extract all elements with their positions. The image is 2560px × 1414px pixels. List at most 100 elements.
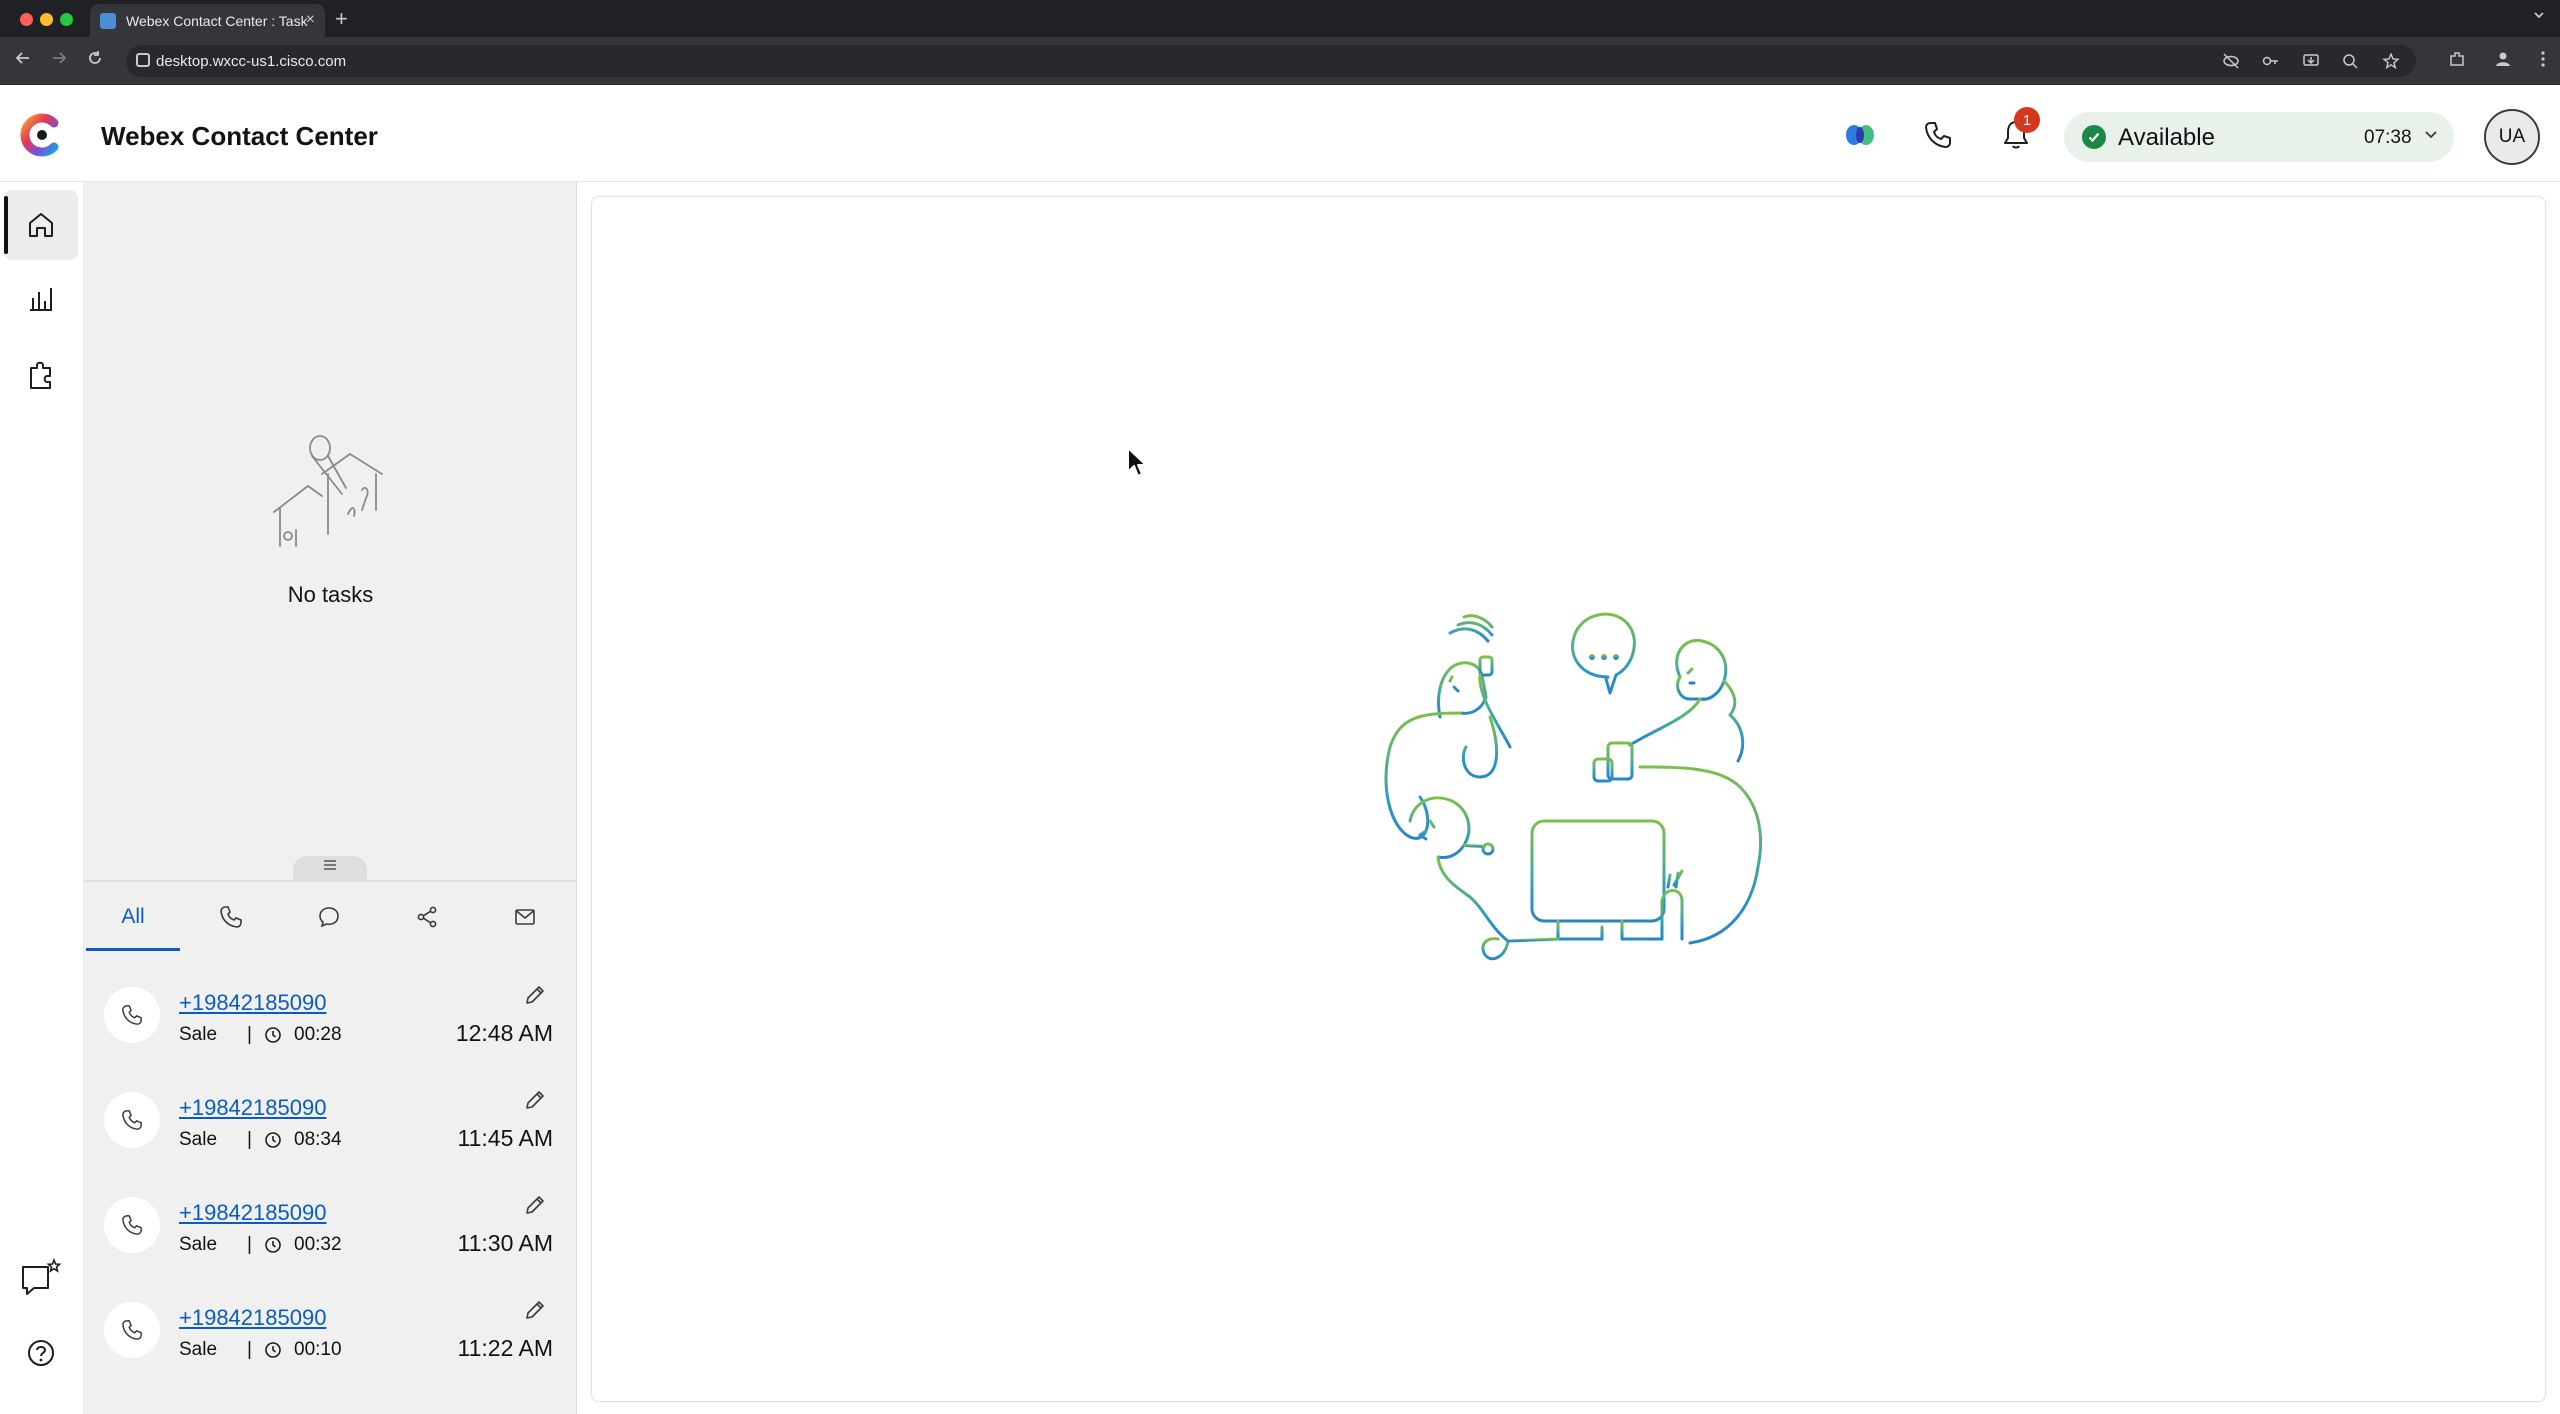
task-separator: |: [247, 1024, 252, 1045]
social-share-icon: [417, 906, 437, 928]
app-title: Webex Contact Center: [101, 121, 378, 151]
browser-address-bar: desktop.wxcc-us1.cisco.com: [0, 37, 2560, 85]
task-pane: No tasks All +19842185090 Sale | 00:28 1…: [84, 182, 577, 1414]
url-text: desktop.wxcc-us1.cisco.com: [156, 52, 347, 70]
edit-pencil-icon[interactable]: [522, 1192, 548, 1218]
agent-state-label: Available: [2118, 124, 2215, 151]
task-separator: |: [247, 1129, 252, 1150]
app-header: Webex Contact Center 1 Available 07:38 U…: [0, 85, 2560, 182]
webex-logo-icon: [20, 113, 59, 157]
task-separator: |: [247, 1234, 252, 1255]
puzzle-icon: [30, 361, 51, 389]
webex-favicon-icon: [100, 13, 116, 29]
clock-icon: [265, 1342, 281, 1358]
list-item[interactable]: +19842185090 Sale | 00:28 12:48 AM: [84, 962, 577, 1066]
task-duration: 00:28: [294, 1024, 342, 1045]
site-info-icon[interactable]: [136, 53, 150, 67]
clock-icon: [265, 1237, 281, 1253]
nav-integrations[interactable]: [4, 340, 78, 410]
extensions-icon[interactable]: [2448, 50, 2466, 68]
eye-off-icon[interactable]: [2222, 53, 2240, 69]
agent-state-dropdown[interactable]: Available 07:38: [2064, 112, 2454, 162]
task-duration: 00:10: [294, 1339, 342, 1360]
agent-state-timer: 07:38: [2364, 127, 2412, 148]
task-timestamp: 11:45 AM: [457, 1125, 553, 1151]
clock-icon: [265, 1027, 281, 1043]
clock-icon: [265, 1132, 281, 1148]
home-icon: [29, 213, 53, 237]
profile-icon[interactable]: [2494, 50, 2512, 68]
list-item[interactable]: +19842185090 Sale | 08:34 11:45 AM: [84, 1067, 577, 1171]
new-tab-button[interactable]: +: [335, 6, 348, 32]
task-timestamp: 11:30 AM: [457, 1230, 553, 1256]
nav-analytics[interactable]: [4, 264, 78, 334]
bar-chart-icon: [30, 288, 52, 311]
task-timestamp: 12:48 AM: [455, 1020, 553, 1046]
tab-chats[interactable]: [280, 882, 378, 952]
dialpad-button[interactable]: [1916, 113, 1960, 157]
back-arrow-icon[interactable]: [14, 49, 32, 73]
notification-badge: 1: [2014, 107, 2040, 133]
nav-feedback[interactable]: [4, 1242, 78, 1312]
key-icon[interactable]: [2262, 53, 2280, 69]
call-type-icon: [104, 1302, 160, 1358]
webex-app-button[interactable]: [1838, 113, 1882, 157]
browser-tab[interactable]: Webex Contact Center : Task ×: [90, 4, 325, 37]
window-minimize-button[interactable]: [40, 13, 53, 26]
task-separator: |: [247, 1339, 252, 1360]
tab-search-icon[interactable]: [2532, 8, 2546, 25]
forward-arrow-icon[interactable]: [50, 49, 68, 73]
chat-star-icon: [22, 1257, 62, 1295]
tab-email[interactable]: [476, 882, 574, 952]
history-filter-tabs: All: [84, 882, 577, 952]
url-input[interactable]: desktop.wxcc-us1.cisco.com: [126, 45, 2416, 77]
bookmark-star-icon[interactable]: [2382, 53, 2400, 69]
browser-menu-icon[interactable]: [2540, 50, 2546, 68]
task-phone-number-link[interactable]: +19842185090: [179, 1305, 326, 1331]
window-maximize-button[interactable]: [60, 13, 73, 26]
edit-pencil-icon[interactable]: [522, 1297, 548, 1323]
call-type-icon: [104, 987, 160, 1043]
edit-pencil-icon[interactable]: [522, 982, 548, 1008]
nav-rail: [0, 182, 84, 1414]
install-app-icon[interactable]: [2302, 53, 2320, 69]
check-icon: [2082, 125, 2106, 149]
task-queue-name: Sale: [179, 1129, 218, 1150]
browser-toolbar-right: [2448, 50, 2546, 68]
tab-all-label: All: [121, 905, 145, 928]
task-queue-name: Sale: [179, 1234, 218, 1255]
agents-illustration: [1384, 612, 1763, 961]
help-icon: [28, 1340, 54, 1366]
nav-home[interactable]: [4, 190, 78, 260]
edit-pencil-icon[interactable]: [522, 1087, 548, 1113]
mouse-cursor-icon: [1127, 447, 1147, 477]
task-duration: 08:34: [294, 1129, 342, 1150]
task-phone-number-link[interactable]: +19842185090: [179, 1200, 326, 1226]
email-icon: [515, 909, 535, 925]
window-close-button[interactable]: [20, 13, 33, 26]
browser-tab-bar: Webex Contact Center : Task × +: [0, 0, 2560, 37]
tab-calls[interactable]: [182, 882, 280, 952]
task-phone-number-link[interactable]: +19842185090: [179, 1095, 326, 1121]
zoom-icon[interactable]: [2342, 53, 2360, 69]
task-queue-name: Sale: [179, 1339, 218, 1360]
tab-close-icon[interactable]: ×: [306, 11, 315, 29]
avatar[interactable]: UA: [2484, 109, 2540, 165]
task-duration: 00:32: [294, 1234, 342, 1255]
active-indicator: [4, 196, 8, 254]
tab-social[interactable]: [378, 882, 476, 952]
call-type-icon: [104, 1197, 160, 1253]
tab-all[interactable]: All: [84, 882, 182, 952]
list-item[interactable]: +19842185090 Sale | 00:10 11:22 AM: [84, 1277, 577, 1381]
browser-tab-title: Webex Contact Center : Task: [126, 12, 308, 29]
chat-icon: [319, 907, 339, 928]
list-item[interactable]: +19842185090 Sale | 00:32 11:30 AM: [84, 1172, 577, 1276]
task-phone-number-link[interactable]: +19842185090: [179, 990, 326, 1016]
reload-icon[interactable]: [86, 49, 104, 73]
call-type-icon: [104, 1092, 160, 1148]
empty-house-illustration: [273, 435, 383, 547]
task-timestamp: 11:22 AM: [457, 1335, 553, 1361]
omnibox-icons: [2222, 53, 2400, 69]
nav-help[interactable]: [4, 1318, 78, 1388]
pane-resize-handle[interactable]: [293, 856, 367, 882]
